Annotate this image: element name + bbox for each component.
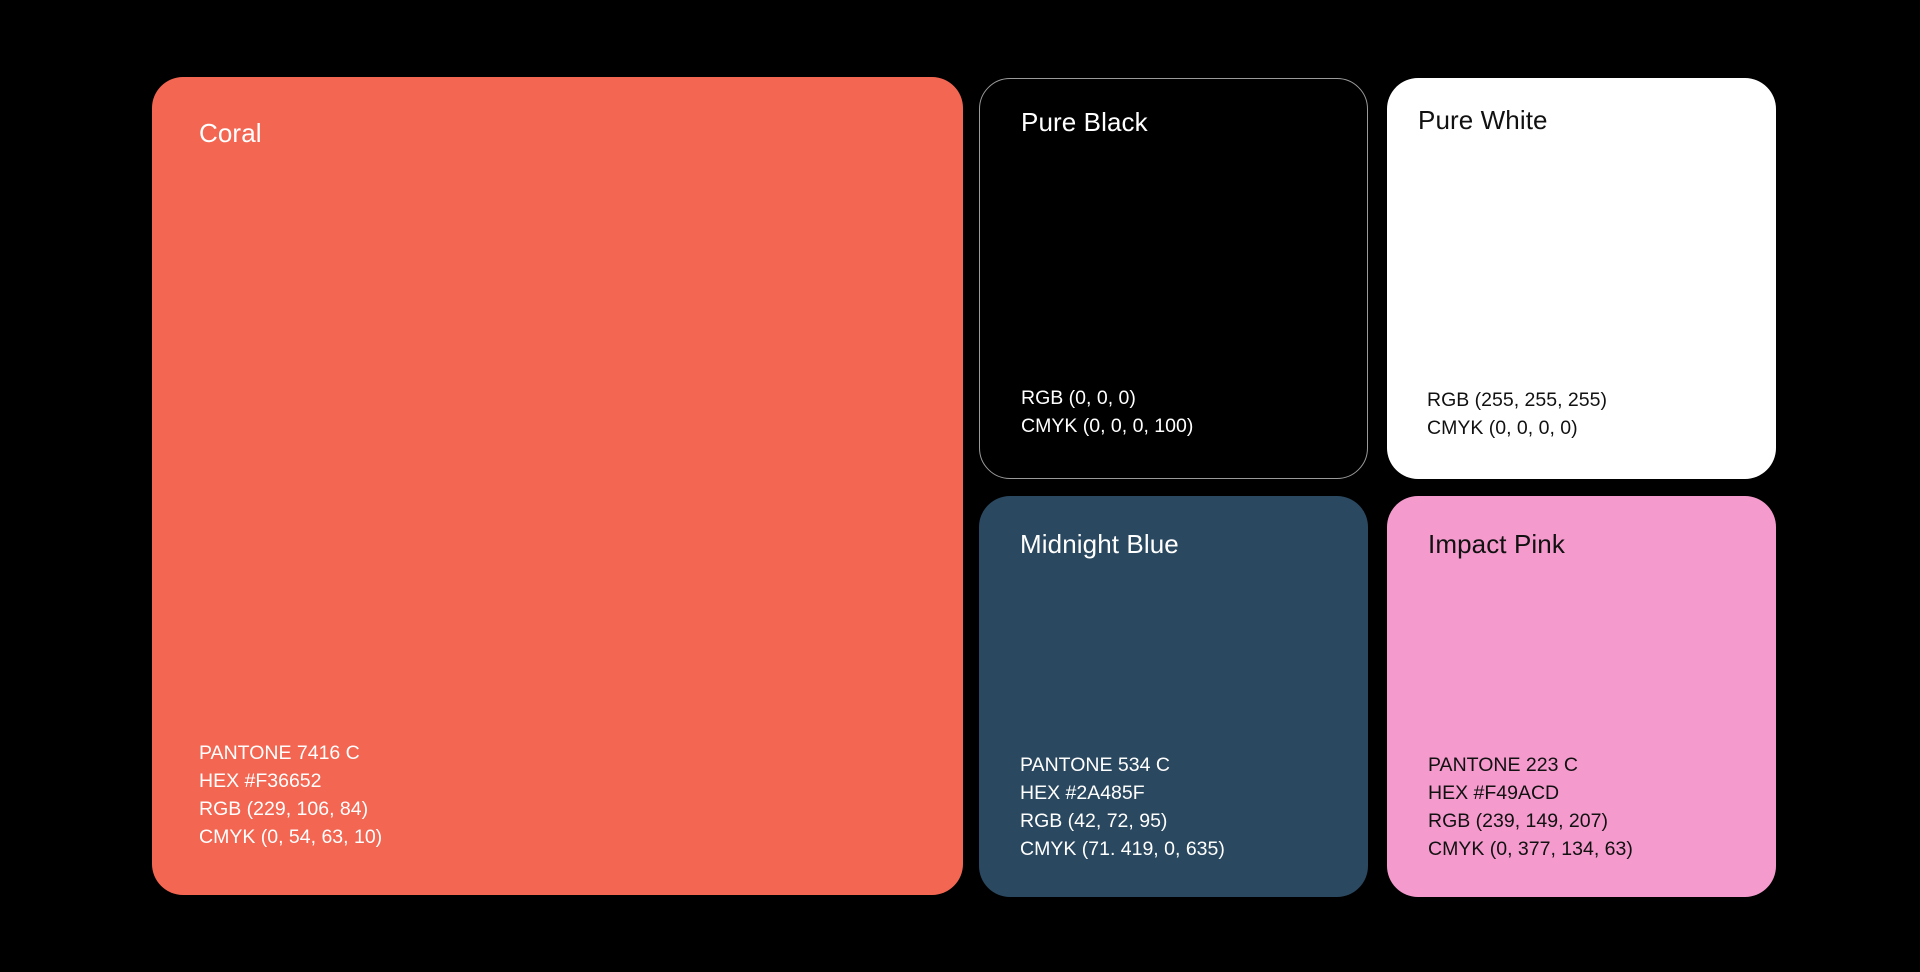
swatch-name: Pure Black <box>1021 107 1148 137</box>
swatch-specs: RGB (255, 255, 255) CMYK (0, 0, 0, 0) <box>1427 386 1607 442</box>
swatch-specs: PANTONE 534 C HEX #2A485F RGB (42, 72, 9… <box>1020 751 1225 863</box>
cmyk-value: CMYK (0, 54, 63, 10) <box>199 826 383 848</box>
swatch-name: Pure White <box>1418 105 1548 135</box>
rgb-value: RGB (229, 106, 84) <box>199 798 369 820</box>
swatch-name: Midnight Blue <box>1020 529 1179 559</box>
cmyk-value: CMYK (0, 377, 134, 63) <box>1428 838 1633 860</box>
hex-value: HEX #2A485F <box>1020 782 1145 804</box>
swatch-card-pure-black: Pure Black RGB (0, 0, 0) CMYK (0, 0, 0, … <box>979 78 1368 479</box>
pantone-value: PANTONE 7416 C <box>199 742 360 764</box>
cmyk-value: CMYK (0, 0, 0, 0) <box>1427 417 1578 439</box>
pantone-value: PANTONE 223 C <box>1428 754 1578 776</box>
swatch-card-midnight-blue: Midnight Blue PANTONE 534 C HEX #2A485F … <box>979 496 1368 897</box>
hex-value: HEX #F36652 <box>199 770 322 792</box>
rgb-value: RGB (239, 149, 207) <box>1428 810 1608 832</box>
hex-value: HEX #F49ACD <box>1428 782 1560 804</box>
rgb-value: RGB (42, 72, 95) <box>1020 810 1168 832</box>
pantone-value: PANTONE 534 C <box>1020 754 1170 776</box>
swatch-card-pure-white: Pure White RGB (255, 255, 255) CMYK (0, … <box>1387 78 1776 479</box>
cmyk-value: CMYK (0, 0, 0, 100) <box>1021 415 1194 437</box>
swatch-card-coral: Coral PANTONE 7416 C HEX #F36652 RGB (22… <box>152 77 963 895</box>
swatch-specs: PANTONE 223 C HEX #F49ACD RGB (239, 149,… <box>1428 751 1633 863</box>
rgb-value: RGB (255, 255, 255) <box>1427 389 1607 411</box>
rgb-value: RGB (0, 0, 0) <box>1021 387 1136 409</box>
swatch-specs: RGB (0, 0, 0) CMYK (0, 0, 0, 100) <box>1021 384 1193 440</box>
swatch-card-impact-pink: Impact Pink PANTONE 223 C HEX #F49ACD RG… <box>1387 496 1776 897</box>
swatch-specs: PANTONE 7416 C HEX #F36652 RGB (229, 106… <box>199 739 382 851</box>
cmyk-value: CMYK (71. 419, 0, 635) <box>1020 838 1225 860</box>
swatch-name: Impact Pink <box>1428 529 1565 559</box>
swatch-name: Coral <box>199 118 262 148</box>
